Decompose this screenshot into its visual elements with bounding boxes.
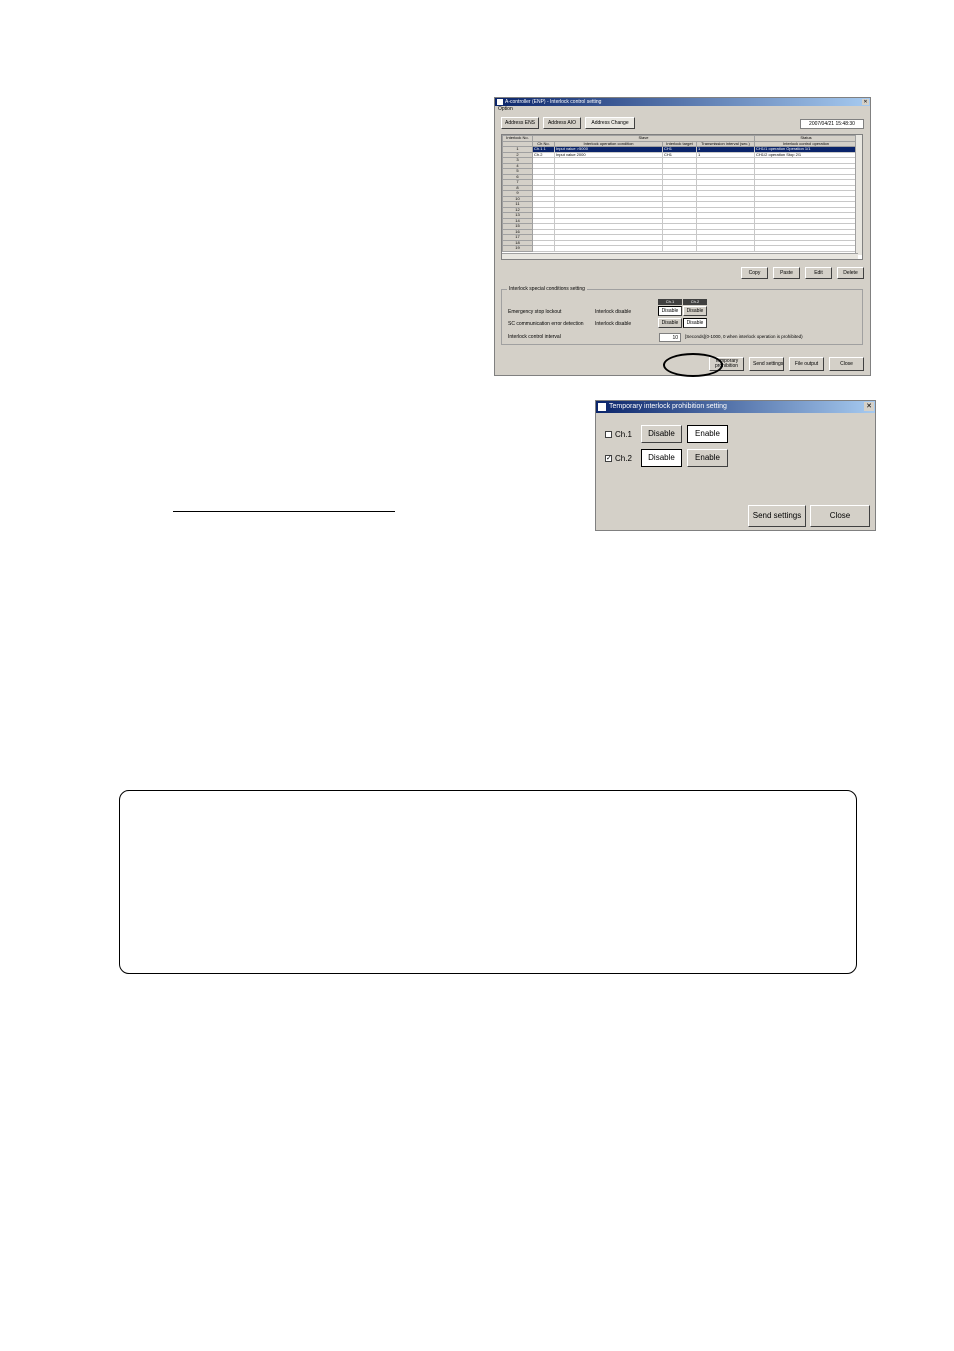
ch1-header: Ch.1 [658, 299, 682, 305]
note-box [119, 790, 857, 974]
ch2-checkbox[interactable]: ✓ [605, 455, 612, 462]
delete-button[interactable]: Delete [837, 267, 864, 279]
emergency-ch1-disable-toggle[interactable]: Disable [658, 306, 682, 316]
ch2-enable-button[interactable]: Enable [687, 449, 728, 467]
ch1-checkbox-row[interactable]: Ch.1 [605, 430, 632, 439]
table-row[interactable]: 19 [502, 245, 859, 252]
ch1-disable-button[interactable]: Disable [641, 425, 682, 443]
close-button[interactable]: Close [829, 357, 864, 371]
table-cell-ch [532, 245, 555, 252]
emergency-ch2-disable-toggle[interactable]: Disable [683, 306, 707, 316]
interlock-table: Interlock No. Slave Status Ch No. Interl… [501, 134, 863, 260]
send-settings-button[interactable]: Send settings [749, 357, 784, 371]
interval-note: [Seconds](0-1000, 0 when interlock opera… [685, 334, 803, 339]
table-cell-op [754, 245, 859, 252]
table-cell-target [662, 245, 697, 252]
dialog-title: Temporary interlock prohibition setting [609, 403, 727, 410]
callout-ellipse [663, 353, 723, 377]
ch1-enable-button[interactable]: Enable [687, 425, 728, 443]
interval-input[interactable]: 10 [659, 333, 681, 342]
close-icon[interactable]: ✕ [862, 99, 869, 105]
paste-button[interactable]: Paste [773, 267, 800, 279]
emergency-stop-label: Emergency stop lockout [508, 309, 562, 315]
tab-address-aio[interactable]: Address AIO [543, 117, 581, 129]
datetime-display: 2007/04/21 15:48:30 [800, 119, 864, 129]
underline-rule [173, 511, 395, 512]
edit-button[interactable]: Edit [805, 267, 832, 279]
table-cell-no: 19 [502, 245, 533, 252]
header-interval: Transmission interval (sec.) [695, 140, 756, 147]
table-cell-interval [695, 245, 756, 252]
ch2-label: Ch.2 [615, 454, 632, 463]
dialog-send-settings-button[interactable]: Send settings [748, 505, 806, 527]
table-cell-cond [554, 245, 663, 252]
sc-ch1-disable-toggle[interactable]: Disable [658, 318, 682, 328]
vertical-scrollbar[interactable] [855, 135, 862, 255]
sc-ch2-disable-toggle[interactable]: Disable [683, 318, 707, 328]
bottom-button-row: Temporary prohibition Send settings File… [709, 357, 864, 371]
grid-button-row: Copy Paste Edit Delete [741, 267, 864, 279]
window-title: A-controller (ENP) - Interlock control s… [505, 99, 602, 105]
special-conditions-title: Interlock special conditions setting [507, 286, 587, 292]
copy-button[interactable]: Copy [741, 267, 768, 279]
ch2-header: Ch.2 [683, 299, 707, 305]
ch2-disable-button[interactable]: Disable [641, 449, 682, 467]
menu-option[interactable]: Option [495, 106, 870, 113]
dialog-titlebar: Temporary interlock prohibition setting … [596, 401, 875, 413]
temporary-prohibition-dialog: Temporary interlock prohibition setting … [595, 400, 876, 531]
dialog-close-icon[interactable]: ✕ [864, 402, 874, 411]
interval-label: Interlock control interval [508, 334, 561, 340]
special-conditions-group: Interlock special conditions setting Ch.… [501, 286, 863, 345]
ch2-checkbox-row[interactable]: ✓ Ch.2 [605, 454, 632, 463]
emergency-stop-sublabel: Interlock disable [595, 309, 632, 315]
ch1-checkbox[interactable] [605, 431, 612, 438]
interlock-control-window: A-controller (ENP) - Interlock control s… [494, 97, 871, 377]
address-tabs: Address ENS Address AIO Address Change [501, 117, 635, 129]
address-change-button[interactable]: Address Change [585, 117, 635, 129]
ch1-label: Ch.1 [615, 430, 632, 439]
sc-error-sublabel: Interlock disable [595, 321, 632, 327]
file-output-button[interactable]: File output [789, 357, 824, 371]
tab-address-ens[interactable]: Address ENS [501, 117, 539, 129]
sc-error-label: SC communication error detection [508, 321, 584, 327]
app-icon [497, 99, 503, 105]
window-titlebar: A-controller (ENP) - Interlock control s… [495, 98, 870, 106]
horizontal-scrollbar[interactable] [502, 253, 858, 259]
dialog-close-button[interactable]: Close [810, 505, 870, 527]
header-target: Interlock target [662, 140, 697, 147]
header-interlock-no: Interlock No. [502, 135, 533, 142]
dialog-app-icon [598, 403, 606, 411]
